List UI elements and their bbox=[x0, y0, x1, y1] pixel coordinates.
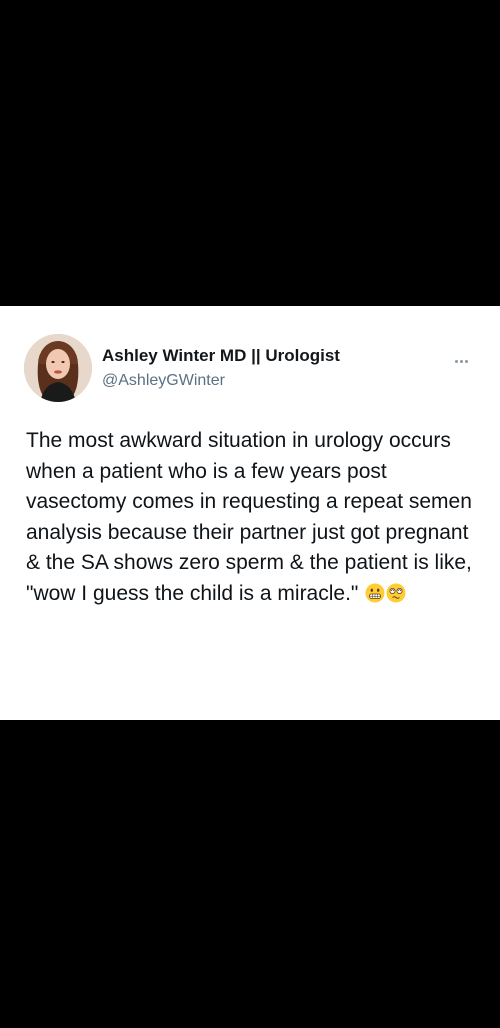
tweet-text: The most awkward situation in urology oc… bbox=[26, 429, 472, 605]
author-handle[interactable]: @AshleyGWinter bbox=[102, 372, 225, 390]
author-name[interactable]: Ashley Winter MD || Urologist bbox=[102, 346, 340, 366]
more-dot bbox=[465, 360, 468, 363]
dizzy-face-emoji bbox=[386, 582, 406, 603]
tweet-body: The most awkward situation in urology oc… bbox=[26, 426, 476, 610]
top-black-area bbox=[0, 0, 500, 306]
more-dot bbox=[460, 360, 463, 363]
more-dot bbox=[455, 360, 458, 363]
avatar[interactable] bbox=[24, 334, 92, 402]
grimacing-face-emoji bbox=[365, 582, 385, 603]
more-options-icon[interactable] bbox=[455, 350, 475, 363]
tweet-card[interactable]: Ashley Winter MD || Urologist @AshleyGWi… bbox=[0, 306, 500, 720]
avatar-image bbox=[24, 334, 92, 402]
bottom-black-area bbox=[0, 720, 500, 1028]
